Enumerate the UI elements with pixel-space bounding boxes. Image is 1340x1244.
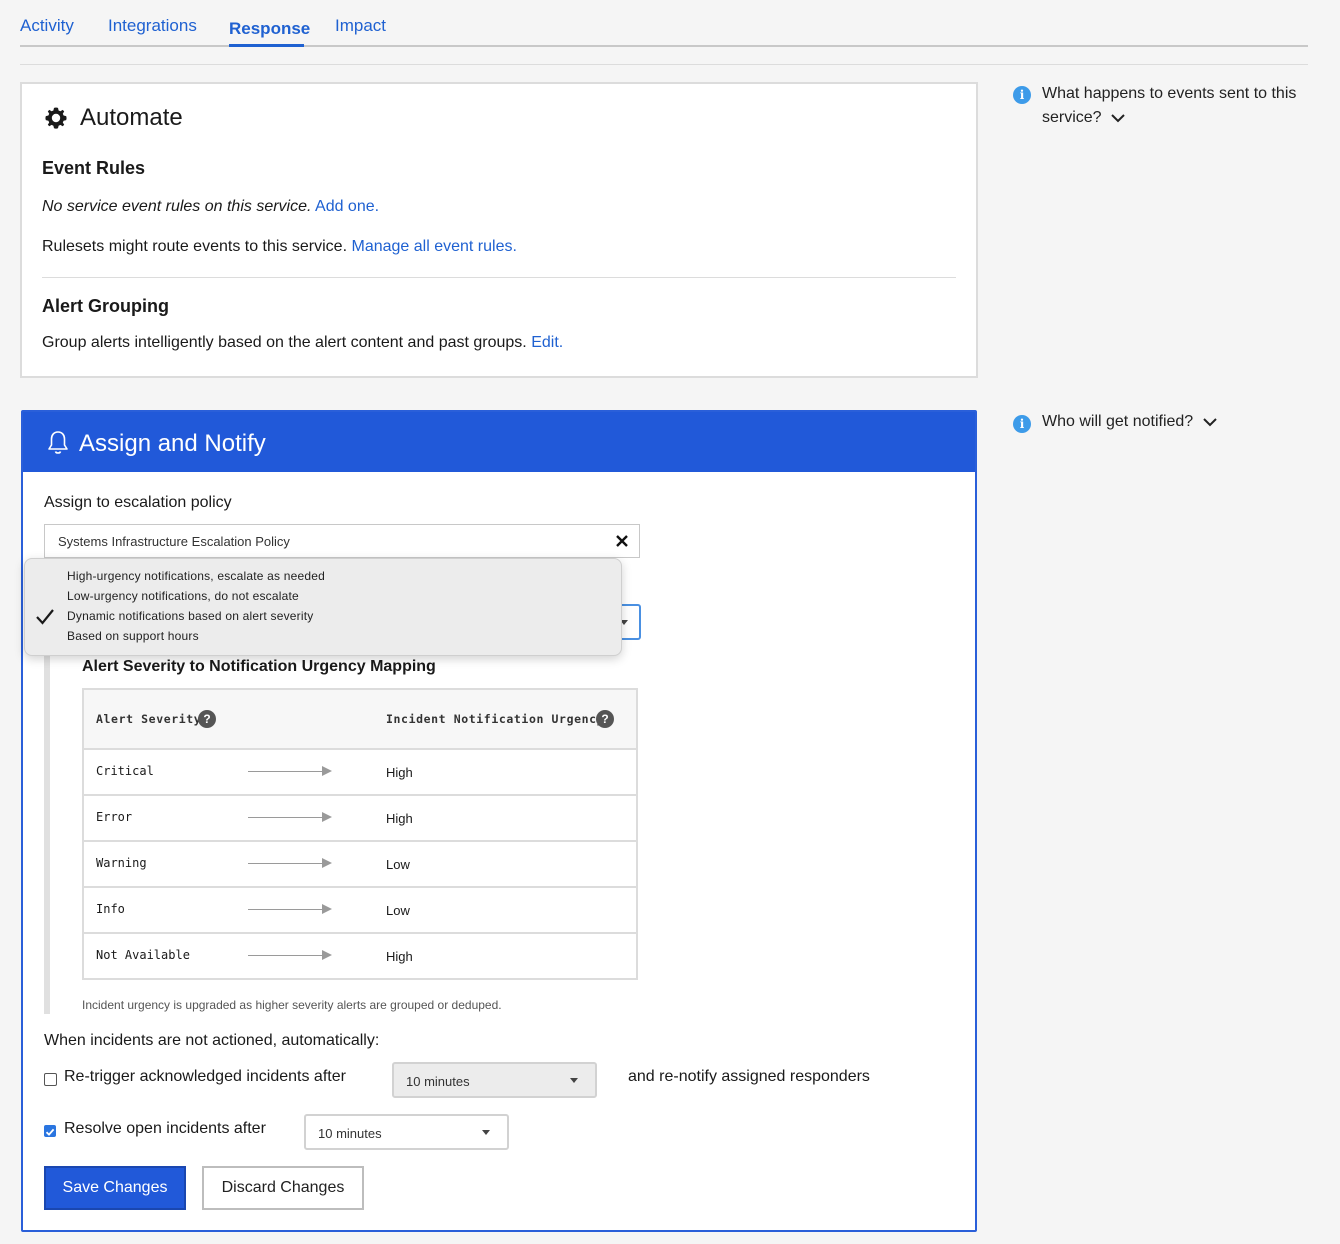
edit-grouping-link[interactable]: Edit. [531,334,563,351]
retrigger-label: Re-trigger acknowledged incidents after [64,1068,346,1085]
help-icon[interactable]: ? [198,710,216,728]
menu-item-high-urgency[interactable]: High-urgency notifications, escalate as … [67,569,325,583]
grouping-label: Group alerts intelligently based on the … [42,334,527,351]
arrow-right-icon [322,812,332,822]
escalation-policy-label: Assign to escalation policy [44,494,232,511]
mapping-side-bar [44,654,50,1014]
info-icon: i [1013,86,1031,104]
events-question-text: What happens to events sent to this serv… [1042,85,1297,126]
table-row: Warning Low [84,842,636,886]
arrow-right-icon [322,766,332,776]
arrow-line [248,863,324,864]
discard-changes-button[interactable]: Discard Changes [202,1166,364,1210]
mapping-table: Alert Severity ? Incident Notification U… [82,688,638,980]
divider [20,64,1308,65]
severity-cell: Error [96,810,133,824]
tab-response[interactable]: Response [229,19,310,39]
automate-card: Automate Event Rules No service event ru… [20,82,978,378]
events-question-toggle[interactable]: What happens to events sent to this serv… [1042,82,1312,130]
notified-question-toggle[interactable]: Who will get notified? [1042,410,1218,434]
table-row: Critical High [84,750,636,794]
arrow-line [248,955,324,956]
assign-notify-card: Assign and Notify Assign to escalation p… [21,410,977,1232]
table-header: Alert Severity ? Incident Notification U… [84,690,636,748]
severity-cell: Critical [96,764,154,778]
urgency-cell: High [386,811,413,826]
alert-grouping-heading: Alert Grouping [42,296,169,316]
menu-item-dynamic[interactable]: Dynamic notifications based on alert sev… [67,609,313,623]
tab-integrations[interactable]: Integrations [108,16,197,36]
table-row: Not Available High [84,934,636,978]
escalation-policy-select[interactable]: Systems Infrastructure Escalation Policy [44,524,640,558]
add-rule-link[interactable]: Add one. [315,198,379,215]
menu-item-low-urgency[interactable]: Low-urgency notifications, do not escala… [67,589,299,603]
severity-cell: Not Available [96,948,190,962]
rulesets-text: Rulesets might route events to this serv… [42,238,517,256]
arrow-right-icon [322,904,332,914]
save-changes-button[interactable]: Save Changes [44,1166,186,1210]
section-divider [42,277,956,278]
resolve-checkbox[interactable] [44,1125,56,1137]
col-urgency: Incident Notification Urgency [386,712,605,726]
not-actioned-label: When incidents are not actioned, automat… [44,1032,380,1049]
resolve-select[interactable]: 10 minutes [304,1114,509,1150]
urgency-cell: Low [386,903,410,918]
chevron-down-icon [482,1130,490,1135]
col-severity: Alert Severity [96,712,202,726]
arrow-line [248,817,324,818]
event-rules-text: No service event rules on this service. … [42,198,379,216]
severity-cell: Info [96,902,125,916]
retrigger-checkbox[interactable] [44,1073,57,1086]
chevron-down-icon [570,1078,578,1083]
arrow-line [248,771,324,772]
check-icon [45,1128,55,1136]
menu-item-support-hours[interactable]: Based on support hours [67,629,199,643]
gear-icon [44,106,68,135]
retrigger-value: 10 minutes [406,1074,470,1089]
arrow-line [248,909,324,910]
help-icon[interactable]: ? [596,710,614,728]
bell-icon [47,430,69,461]
assign-notify-title: Assign and Notify [79,430,266,457]
arrow-right-icon [322,858,332,868]
mapping-note: Incident urgency is upgraded as higher s… [82,998,502,1012]
retrigger-select[interactable]: 10 minutes [392,1062,597,1098]
tab-impact[interactable]: Impact [335,16,386,36]
resolve-label: Resolve open incidents after [64,1120,266,1137]
chevron-down-icon [1111,114,1125,123]
mapping-heading: Alert Severity to Notification Urgency M… [82,658,436,675]
table-row: Error High [84,796,636,840]
tab-activity[interactable]: Activity [20,16,74,36]
rulesets-label: Rulesets might route events to this serv… [42,238,348,255]
urgency-cell: High [386,765,413,780]
tabs-baseline [20,45,1308,47]
escalation-policy-value: Systems Infrastructure Escalation Policy [58,534,290,549]
urgency-cell: High [386,949,413,964]
severity-cell: Warning [96,856,147,870]
alert-grouping-text: Group alerts intelligently based on the … [42,334,563,352]
resolve-value: 10 minutes [318,1126,382,1141]
clear-icon[interactable] [615,534,629,553]
chevron-down-icon [1202,418,1217,427]
notified-question-text: Who will get notified? [1042,413,1194,430]
table-row: Info Low [84,888,636,932]
active-tab-indicator [229,44,304,47]
urgency-cell: Low [386,857,410,872]
checkmark-icon [35,608,55,631]
assign-notify-header: Assign and Notify [23,412,975,472]
urgency-dropdown-menu: High-urgency notifications, escalate as … [24,558,622,656]
arrow-right-icon [322,950,332,960]
manage-rules-link[interactable]: Manage all event rules. [351,238,516,255]
event-rules-heading: Event Rules [42,158,146,178]
renotify-text: and re-notify assigned responders [628,1068,870,1085]
automate-title: Automate [80,104,183,131]
no-rules-text: No service event rules on this service. [42,198,312,215]
info-icon: i [1013,415,1031,433]
